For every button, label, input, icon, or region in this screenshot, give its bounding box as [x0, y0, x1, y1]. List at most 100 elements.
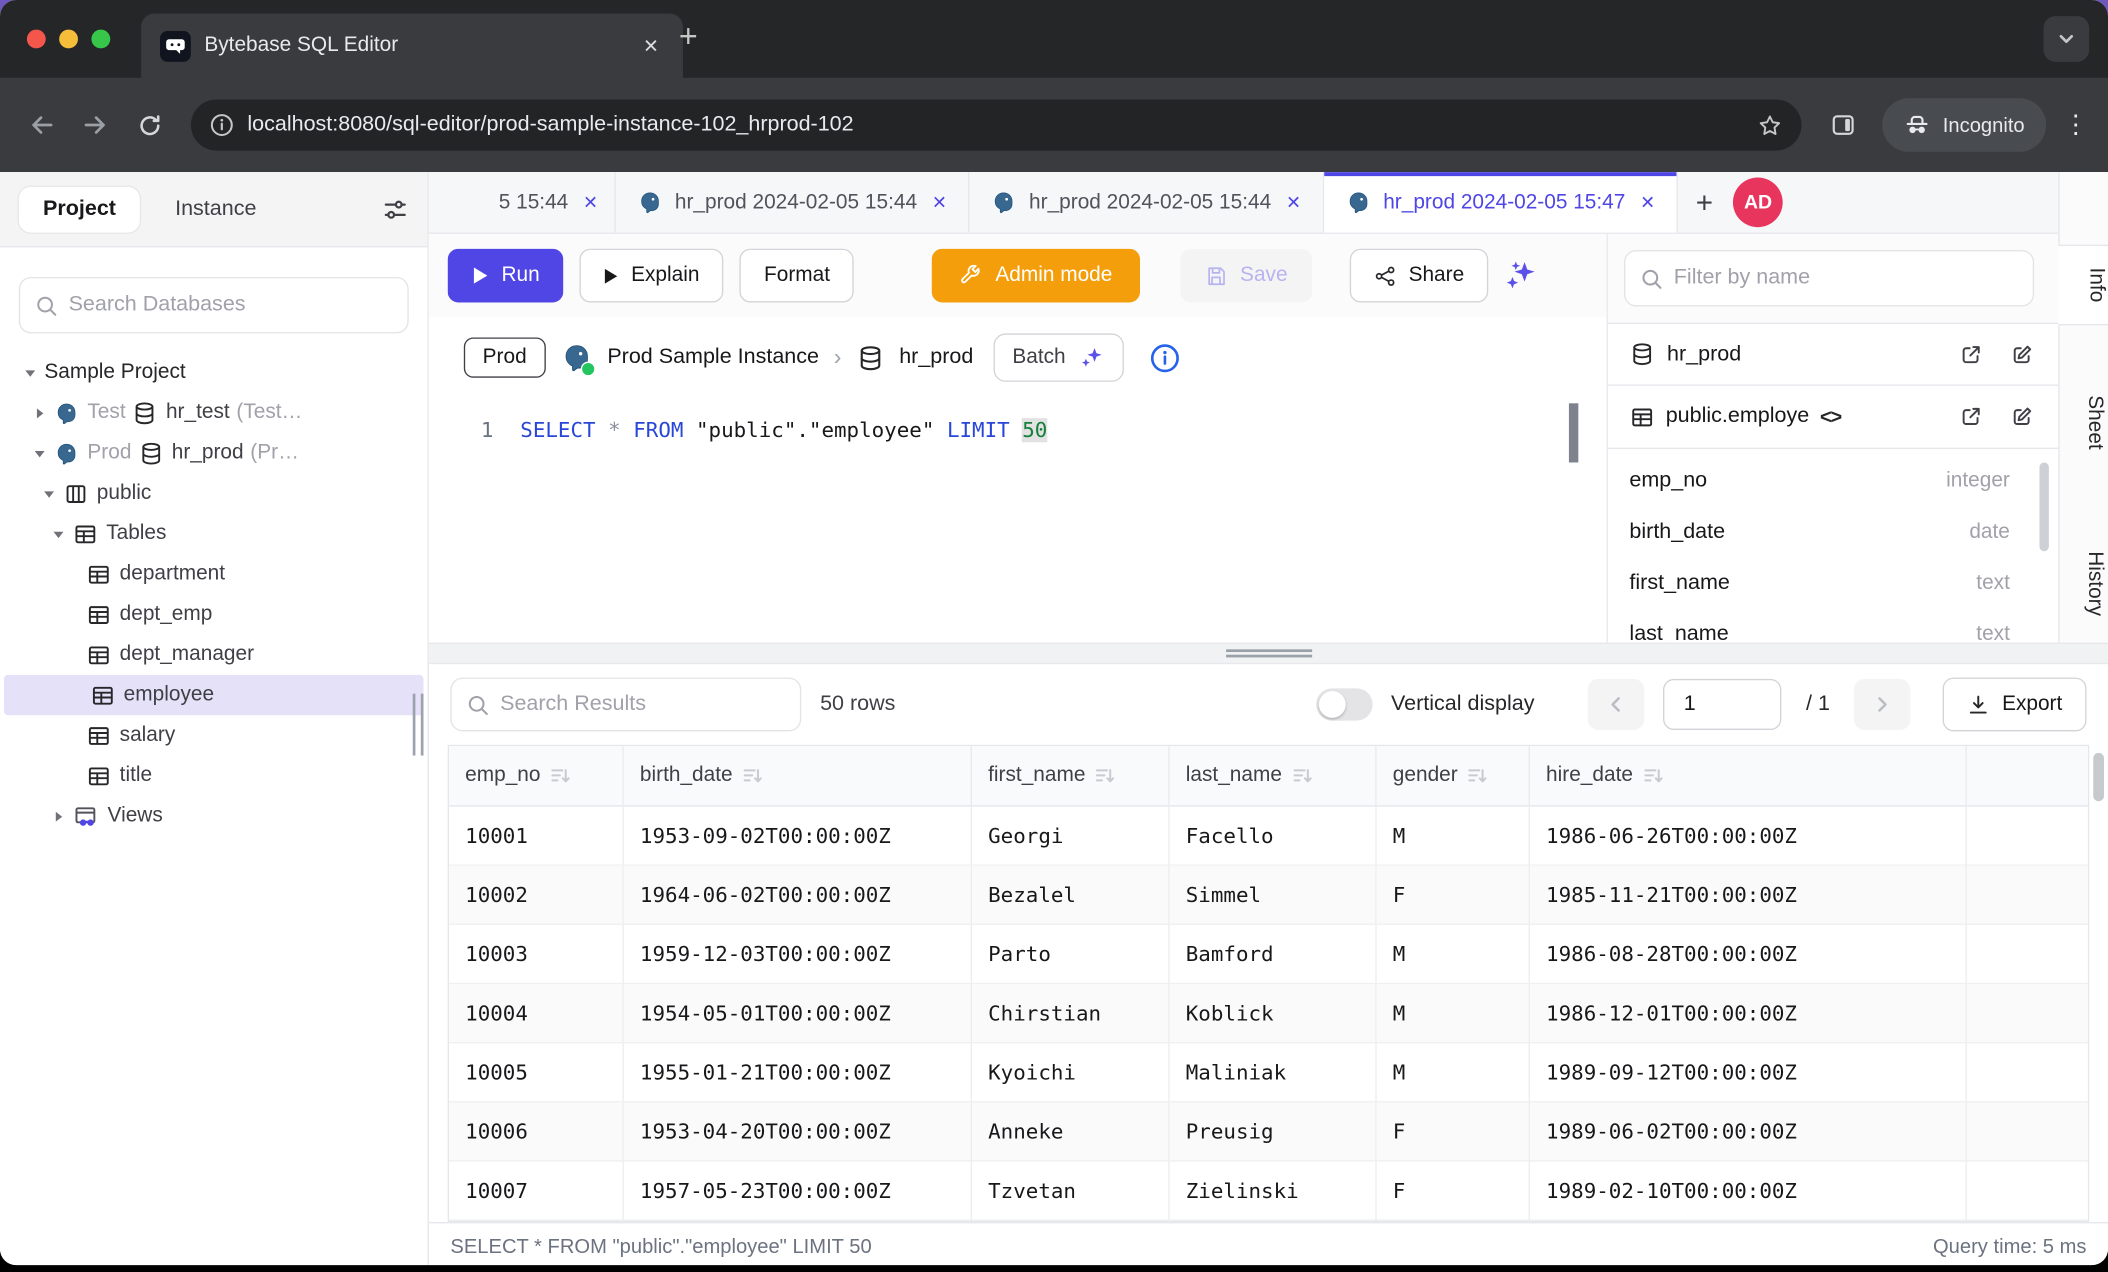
- tree-item[interactable]: dept_emp: [0, 594, 428, 634]
- user-avatar[interactable]: AD: [1733, 177, 1783, 227]
- worksheet-tab[interactable]: hr_prod 2024-02-05 15:44✕: [970, 172, 1324, 232]
- table-cell[interactable]: 1986-06-26T00:00:00Z: [1530, 807, 1967, 866]
- table-cell[interactable]: 10005: [449, 1043, 624, 1102]
- next-page-button[interactable]: [1854, 679, 1910, 730]
- side-tab-info[interactable]: Info: [2058, 245, 2108, 326]
- browser-menu-icon[interactable]: ⋮: [2062, 110, 2089, 141]
- table-cell[interactable]: Preusig: [1170, 1102, 1377, 1161]
- table-cell[interactable]: 10006: [449, 1102, 624, 1161]
- column-header[interactable]: gender: [1377, 746, 1530, 806]
- forward-icon[interactable]: [73, 102, 119, 148]
- tree-item[interactable]: Testhr_test(Test…: [0, 393, 428, 433]
- table-cell[interactable]: F: [1377, 1102, 1530, 1161]
- schema-database-row[interactable]: hr_prod: [1608, 323, 2058, 386]
- explain-button[interactable]: Explain: [580, 249, 724, 303]
- table-cell[interactable]: 1953-09-02T00:00:00Z: [624, 807, 972, 866]
- schema-table-row[interactable]: public.employe <>: [1608, 386, 2058, 449]
- table-cell[interactable]: M: [1377, 984, 1530, 1043]
- tab-search-chevron-icon[interactable]: [2043, 16, 2089, 62]
- database-name[interactable]: hr_prod: [899, 346, 973, 370]
- close-window-button[interactable]: [27, 30, 46, 49]
- tree-item[interactable]: department: [0, 554, 428, 594]
- table-cell[interactable]: 1986-12-01T00:00:00Z: [1530, 984, 1967, 1043]
- table-cell[interactable]: 1985-11-21T00:00:00Z: [1530, 866, 1967, 925]
- table-cell[interactable]: 1955-01-21T00:00:00Z: [624, 1043, 972, 1102]
- tree-item[interactable]: Tables: [0, 514, 428, 554]
- column-header[interactable]: birth_date: [624, 746, 972, 806]
- table-cell[interactable]: 1954-05-01T00:00:00Z: [624, 984, 972, 1043]
- tree-item[interactable]: Prodhr_prod(Pr…: [0, 433, 428, 473]
- search-results-input[interactable]: Search Results: [450, 678, 801, 732]
- caret-down-icon[interactable]: [38, 486, 60, 501]
- side-tab-sheet[interactable]: Sheet: [2060, 374, 2107, 471]
- sidebar-resize-handle[interactable]: [413, 694, 424, 756]
- table-cell[interactable]: F: [1377, 1162, 1530, 1221]
- table-cell[interactable]: 1989-02-10T00:00:00Z: [1530, 1162, 1967, 1221]
- filter-settings-icon[interactable]: [382, 196, 409, 223]
- table-cell[interactable]: 1953-04-20T00:00:00Z: [624, 1102, 972, 1161]
- caret-right-icon[interactable]: [47, 809, 69, 824]
- table-cell[interactable]: 1989-09-12T00:00:00Z: [1530, 1043, 1967, 1102]
- caret-down-icon[interactable]: [19, 365, 41, 380]
- run-button[interactable]: Run: [448, 249, 564, 303]
- table-cell[interactable]: Chirstian: [972, 984, 1170, 1043]
- table-cell[interactable]: Kyoichi: [972, 1043, 1170, 1102]
- sort-icon[interactable]: [1095, 766, 1115, 785]
- open-external-icon[interactable]: [1959, 405, 1983, 429]
- sort-icon[interactable]: [1291, 766, 1311, 785]
- sort-icon[interactable]: [742, 766, 762, 785]
- tree-item[interactable]: title: [0, 756, 428, 796]
- tree-item[interactable]: dept_manager: [0, 635, 428, 675]
- tab-instance[interactable]: Instance: [175, 197, 256, 221]
- table-cell[interactable]: Anneke: [972, 1102, 1170, 1161]
- close-tab-icon[interactable]: ✕: [1286, 192, 1301, 214]
- address-bar[interactable]: localhost:8080/sql-editor/prod-sample-in…: [191, 99, 1802, 150]
- worksheet-tab[interactable]: 5 15:44✕: [429, 172, 616, 232]
- bookmark-star-icon[interactable]: [1757, 112, 1783, 138]
- info-circle-icon[interactable]: [1149, 342, 1180, 373]
- schema-column-row[interactable]: birth_datedate: [1608, 507, 2058, 558]
- table-cell[interactable]: 1986-08-28T00:00:00Z: [1530, 925, 1967, 984]
- export-button[interactable]: Export: [1943, 678, 2087, 732]
- tree-item[interactable]: Views: [0, 796, 428, 836]
- search-databases-input[interactable]: Search Databases: [19, 277, 409, 333]
- table-cell[interactable]: M: [1377, 807, 1530, 866]
- table-cell[interactable]: Bezalel: [972, 866, 1170, 925]
- browser-tab[interactable]: Bytebase SQL Editor ✕: [141, 13, 683, 78]
- worksheet-tab[interactable]: hr_prod 2024-02-05 15:44✕: [616, 172, 970, 232]
- vertical-display-toggle[interactable]: [1316, 688, 1372, 720]
- new-tab-button[interactable]: +: [679, 22, 698, 54]
- column-header[interactable]: emp_no: [449, 746, 624, 806]
- table-cell[interactable]: 10007: [449, 1162, 624, 1221]
- prev-page-button[interactable]: [1588, 679, 1644, 730]
- table-cell[interactable]: 10003: [449, 925, 624, 984]
- side-tab-history[interactable]: History: [2060, 524, 2107, 642]
- sort-icon[interactable]: [550, 766, 570, 785]
- side-panel-icon[interactable]: [1820, 102, 1866, 148]
- filter-by-name-input[interactable]: Filter by name: [1624, 250, 2034, 306]
- table-cell[interactable]: 10002: [449, 866, 624, 925]
- zoom-window-button[interactable]: [91, 30, 110, 49]
- table-cell[interactable]: 1957-05-23T00:00:00Z: [624, 1162, 972, 1221]
- editor-scrollbar[interactable]: [1569, 403, 1578, 462]
- open-external-icon[interactable]: [1959, 342, 1983, 366]
- panel-scrollbar[interactable]: [2039, 462, 2048, 551]
- view-code-icon[interactable]: <>: [1820, 405, 1841, 428]
- column-header[interactable]: last_name: [1170, 746, 1377, 806]
- table-cell[interactable]: 10001: [449, 807, 624, 866]
- table-cell[interactable]: Zielinski: [1170, 1162, 1377, 1221]
- table-cell[interactable]: 1989-06-02T00:00:00Z: [1530, 1102, 1967, 1161]
- instance-name[interactable]: Prod Sample Instance: [607, 346, 819, 370]
- table-cell[interactable]: Maliniak: [1170, 1043, 1377, 1102]
- sort-icon[interactable]: [1642, 766, 1662, 785]
- table-cell[interactable]: Parto: [972, 925, 1170, 984]
- results-scrollbar[interactable]: [2093, 753, 2104, 801]
- new-worksheet-button[interactable]: +: [1678, 172, 1730, 232]
- table-cell[interactable]: Georgi: [972, 807, 1170, 866]
- table-cell[interactable]: Koblick: [1170, 984, 1377, 1043]
- reload-icon[interactable]: [126, 102, 172, 148]
- sql-editor[interactable]: 1 SELECT * FROM "public"."employee" LIMI…: [429, 398, 1607, 643]
- tree-item[interactable]: public: [0, 473, 428, 513]
- close-tab-icon[interactable]: ✕: [932, 192, 947, 214]
- caret-right-icon[interactable]: [28, 405, 50, 420]
